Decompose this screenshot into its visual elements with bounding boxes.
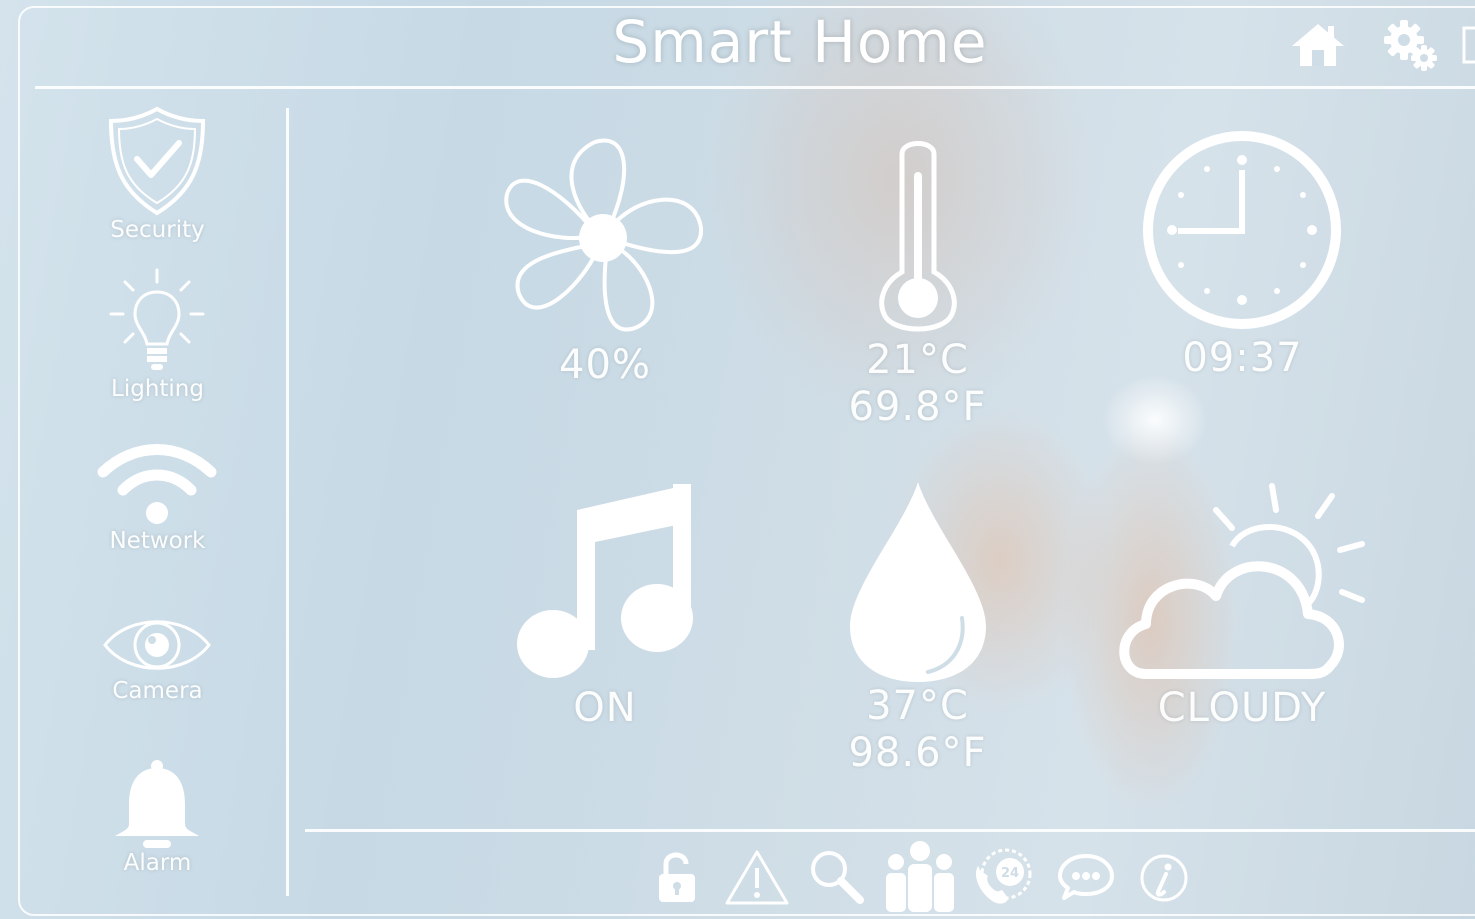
header-divider xyxy=(35,86,1475,89)
warning-icon[interactable] xyxy=(724,848,790,906)
sidebar-item-camera[interactable]: Camera xyxy=(85,612,230,704)
weather-tile[interactable]: CLOUDY xyxy=(1112,480,1372,732)
settings-gears-icon[interactable] xyxy=(1380,16,1442,74)
temperature-fahrenheit: 69.8°F xyxy=(848,384,987,430)
water-fahrenheit: 98.6°F xyxy=(848,730,987,776)
sidebar-item-label: Security xyxy=(110,217,205,243)
unlock-icon[interactable] xyxy=(656,850,700,906)
water-celsius: 37°C xyxy=(866,683,969,729)
fan-icon xyxy=(504,138,704,332)
support-24-icon[interactable]: 24 xyxy=(972,846,1036,908)
clock-tile[interactable]: 09:37 xyxy=(1130,130,1355,382)
svg-text:24: 24 xyxy=(1001,866,1019,881)
clock-icon xyxy=(1143,131,1341,329)
sidebar-item-label: Alarm xyxy=(123,850,192,876)
weather-condition: CLOUDY xyxy=(1157,685,1327,731)
sidebar-item-network[interactable]: Network xyxy=(85,438,230,554)
sidebar-divider xyxy=(286,108,289,896)
music-status: ON xyxy=(573,685,637,731)
sidebar-item-alarm[interactable]: Alarm xyxy=(85,758,230,876)
footer-divider xyxy=(305,829,1475,832)
partly-cloudy-icon xyxy=(1119,483,1365,679)
lightbulb-icon xyxy=(109,268,205,370)
wifi-icon xyxy=(97,444,217,524)
sidebar-item-label: Network xyxy=(109,528,206,554)
eye-icon xyxy=(103,620,211,670)
sidebar-item-security[interactable]: Security xyxy=(85,105,230,243)
people-icon[interactable] xyxy=(884,840,956,916)
sidebar-item-lighting[interactable]: Lighting xyxy=(85,268,230,402)
water-tile[interactable]: 37°C 98.6°F xyxy=(830,478,1005,777)
window-icon[interactable] xyxy=(1462,26,1475,66)
info-icon[interactable] xyxy=(1138,852,1190,904)
thermometer-icon xyxy=(879,141,957,332)
temperature-tile[interactable]: 21°C 69.8°F xyxy=(830,132,1005,431)
bell-icon xyxy=(115,760,199,848)
music-note-icon xyxy=(517,484,693,678)
sidebar-item-label: Camera xyxy=(112,678,203,704)
fan-tile[interactable]: 40% xyxy=(495,132,715,389)
water-drop-icon xyxy=(850,482,986,682)
temperature-celsius: 21°C xyxy=(866,337,969,383)
search-icon[interactable] xyxy=(806,846,866,906)
clock-time: 09:37 xyxy=(1182,335,1303,381)
fan-value: 40% xyxy=(559,342,651,388)
music-tile[interactable]: ON xyxy=(505,480,705,732)
shield-check-icon xyxy=(108,106,206,216)
chat-icon[interactable] xyxy=(1056,852,1116,902)
sidebar-item-label: Lighting xyxy=(111,376,204,402)
home-icon[interactable] xyxy=(1288,20,1348,70)
page-title: Smart Home xyxy=(612,8,988,76)
